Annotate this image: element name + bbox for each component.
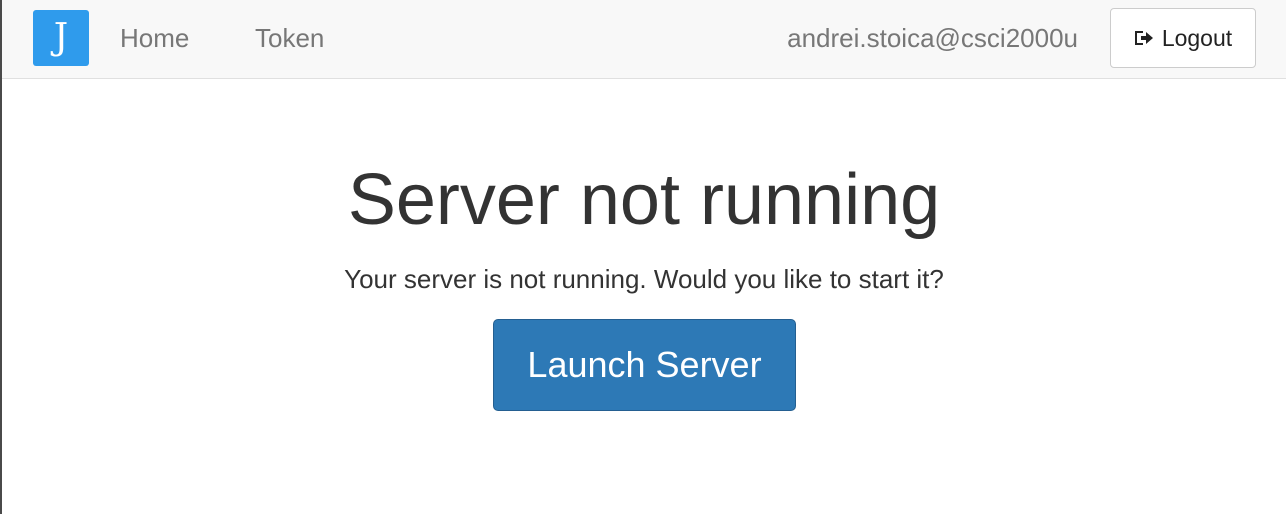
page: J Home Token andrei.stoica@csci2000u Log… [0, 0, 1286, 514]
user-name: andrei.stoica@csci2000u [787, 23, 1078, 53]
nav-home-link[interactable]: Home [120, 22, 189, 54]
logout-label: Logout [1161, 25, 1233, 51]
nav-token-link[interactable]: Token [255, 22, 324, 54]
sign-out-icon [1134, 31, 1153, 45]
navbar: J Home Token andrei.stoica@csci2000u Log… [2, 0, 1286, 79]
page-title: Server not running [347, 160, 941, 240]
jupyter-logo[interactable]: J [33, 10, 89, 66]
logout-button[interactable]: Logout [1110, 8, 1256, 68]
server-status-message: Your server is not running. Would you li… [344, 264, 944, 294]
launch-server-button[interactable]: Launch Server [493, 319, 796, 411]
